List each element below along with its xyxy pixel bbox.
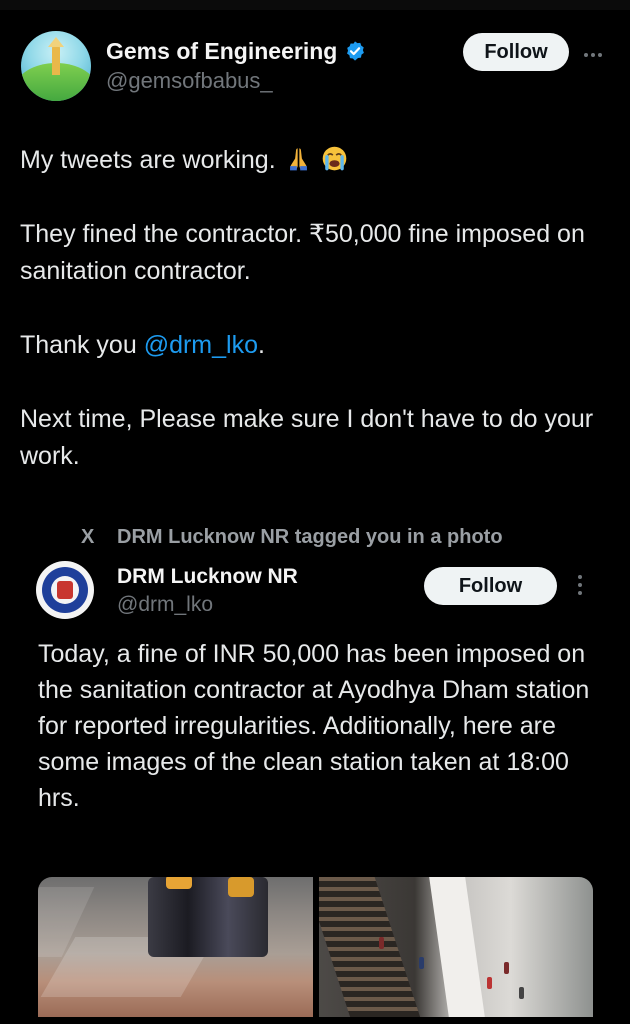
- person-shape: [379, 937, 384, 949]
- folded-hands-emoji: [289, 148, 307, 171]
- platform-canopy-shape: [429, 877, 485, 1017]
- thank-you-suffix: .: [257, 331, 265, 359]
- mention-link[interactable]: @drm_lko: [144, 331, 258, 359]
- top-divider: [0, 0, 630, 10]
- more-options-icon[interactable]: [584, 44, 610, 58]
- person-shape: [419, 957, 424, 969]
- person-shape: [504, 962, 509, 974]
- author-handle[interactable]: @gemsofbabus_: [106, 68, 273, 94]
- quoted-follow-button[interactable]: Follow: [424, 567, 557, 605]
- avatar-core-shape: [57, 581, 73, 599]
- tweet-line-1: My tweets are working.: [20, 146, 276, 174]
- tweet-paragraph-3: Thank you @drm_lko.: [20, 327, 612, 364]
- quoted-author-avatar[interactable]: [36, 561, 94, 619]
- person-shape: [487, 977, 492, 989]
- station-photo-2[interactable]: [319, 877, 593, 1017]
- loudly-crying-face-emoji: [322, 146, 346, 171]
- tweet-paragraph-1: My tweets are working.: [20, 142, 612, 179]
- quoted-author-handle[interactable]: @drm_lko: [117, 593, 213, 617]
- avatar-tower-shape: [48, 37, 64, 75]
- verified-badge-icon: [347, 41, 364, 61]
- author-name[interactable]: Gems of Engineering: [106, 38, 337, 65]
- photo-grid: [38, 877, 593, 1017]
- person-shape: [519, 987, 524, 999]
- author-avatar[interactable]: [21, 31, 91, 101]
- railway-track-shape: [319, 877, 427, 1017]
- station-photo-1[interactable]: [38, 877, 313, 1017]
- tweet-paragraph-4: Next time, Please make sure I don't have…: [20, 405, 594, 470]
- quoted-tweet-text: Today, a fine of INR 50,000 has been imp…: [38, 640, 590, 812]
- quoted-more-options-icon[interactable]: [578, 575, 584, 597]
- thank-you-text: Thank you: [20, 331, 144, 359]
- tweet-paragraph-2: They fined the contractor. ₹50,000 fine …: [20, 220, 585, 285]
- x-logo-icon: X: [81, 526, 95, 548]
- tagged-context-text: DRM Lucknow NR tagged you in a photo: [117, 526, 503, 548]
- luggage-shape: [148, 877, 268, 957]
- quoted-author-name[interactable]: DRM Lucknow NR: [117, 565, 298, 589]
- follow-button[interactable]: Follow: [463, 33, 569, 71]
- tweet-body: My tweets are working. They fined the co…: [20, 142, 612, 475]
